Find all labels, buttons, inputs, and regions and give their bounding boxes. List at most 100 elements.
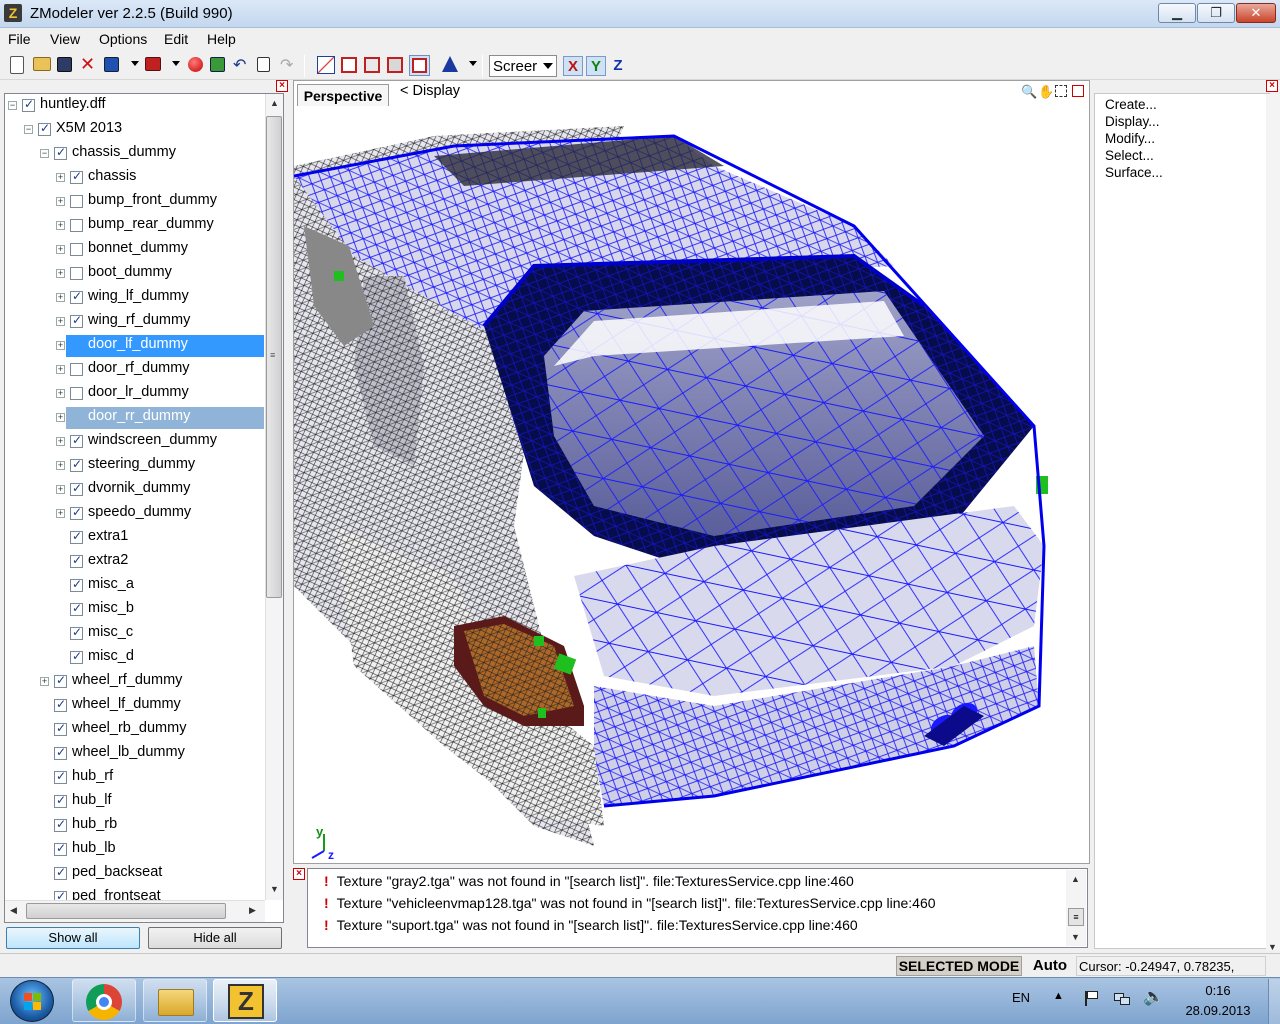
tree-item[interactable]: + door_lr_dummy: [4, 383, 266, 405]
command-select[interactable]: Select...: [1105, 148, 1154, 163]
tree-item[interactable]: hub_lb: [4, 839, 266, 861]
close-log-icon[interactable]: ×: [293, 868, 305, 880]
undo-icon[interactable]: ↶: [233, 55, 246, 75]
visibility-checkbox[interactable]: [70, 289, 83, 304]
save-icon[interactable]: [57, 57, 72, 72]
delete-icon[interactable]: ✕: [80, 54, 95, 75]
show-desktop-button[interactable]: [1268, 979, 1280, 1024]
fill-dropdown-icon[interactable]: [469, 61, 477, 66]
expand-icon[interactable]: +: [40, 677, 49, 686]
visibility-checkbox[interactable]: [70, 313, 83, 328]
expand-icon[interactable]: +: [56, 365, 65, 374]
visibility-checkbox[interactable]: [70, 363, 83, 376]
tree-item[interactable]: + wing_rf_dummy: [4, 311, 266, 333]
scroll-left-icon[interactable]: ◀: [10, 905, 17, 916]
axis-z-toggle[interactable]: Z: [608, 56, 628, 76]
visibility-checkbox[interactable]: [70, 529, 83, 544]
select-object-icon[interactable]: [387, 57, 403, 73]
expand-icon[interactable]: +: [56, 221, 65, 230]
select-vertex-icon[interactable]: [317, 56, 335, 74]
close-panel-icon[interactable]: ×: [276, 80, 288, 92]
scroll-down-icon[interactable]: ▼: [1268, 942, 1277, 952]
scroll-down-icon[interactable]: ▼: [1071, 932, 1080, 942]
visibility-checkbox[interactable]: [70, 219, 83, 232]
tree-item[interactable]: + door_rf_dummy: [4, 359, 266, 381]
scroll-up-icon[interactable]: ▲: [1071, 874, 1080, 884]
tree-item[interactable]: + bonnet_dummy: [4, 239, 266, 261]
visibility-checkbox[interactable]: [54, 769, 67, 784]
visibility-checkbox[interactable]: [38, 121, 51, 136]
command-surface[interactable]: Surface...: [1105, 165, 1163, 180]
3d-viewport[interactable]: y z: [294, 106, 1089, 863]
tree-item[interactable]: misc_a: [4, 575, 266, 597]
maximize-viewport-icon[interactable]: [1055, 85, 1067, 97]
redo-icon[interactable]: ↷: [280, 55, 293, 75]
volume-icon[interactable]: 🔈: [1143, 987, 1164, 1007]
tree-item[interactable]: hub_rb: [4, 815, 266, 837]
tree-item[interactable]: wheel_rb_dummy: [4, 719, 266, 741]
tree-item[interactable]: + bump_rear_dummy: [4, 215, 266, 237]
new-file-icon[interactable]: [10, 56, 24, 74]
menu-help[interactable]: Help: [207, 31, 236, 47]
clock-date[interactable]: 28.09.2013: [1180, 1003, 1256, 1018]
command-display[interactable]: Display...: [1105, 114, 1160, 129]
render-icon[interactable]: [210, 57, 225, 72]
visibility-checkbox[interactable]: [54, 145, 67, 160]
visibility-checkbox[interactable]: [70, 649, 83, 664]
selection-mode-indicator[interactable]: SELECTED MODE: [896, 956, 1022, 976]
export-dropdown-icon[interactable]: [172, 61, 180, 66]
tree-item[interactable]: misc_c: [4, 623, 266, 645]
tree-item[interactable]: misc_b: [4, 599, 266, 621]
expand-icon[interactable]: +: [56, 245, 65, 254]
visibility-checkbox[interactable]: [70, 243, 83, 256]
command-scrollbar[interactable]: [1266, 94, 1280, 950]
visibility-checkbox[interactable]: [54, 673, 67, 688]
collapse-icon[interactable]: −: [24, 125, 33, 134]
taskbar-zmodeler[interactable]: Z: [213, 979, 277, 1022]
expand-icon[interactable]: +: [56, 485, 65, 494]
import-icon[interactable]: [104, 57, 119, 72]
tree-item[interactable]: + boot_dummy: [4, 263, 266, 285]
network-icon[interactable]: [1114, 990, 1130, 1006]
tree-item[interactable]: hub_rf: [4, 767, 266, 789]
tree-item[interactable]: − X5M 2013: [4, 119, 266, 141]
visibility-checkbox[interactable]: [54, 889, 67, 900]
tree-item[interactable]: ped_backseat: [4, 863, 266, 885]
visibility-checkbox[interactable]: [70, 457, 83, 472]
visibility-checkbox[interactable]: [70, 577, 83, 592]
log-scroll-thumb[interactable]: ≡: [1068, 908, 1084, 926]
tree-item[interactable]: + speedo_dummy: [4, 503, 266, 525]
open-folder-icon[interactable]: [33, 57, 51, 71]
start-button[interactable]: [10, 980, 54, 1022]
axis-x-toggle[interactable]: X: [563, 56, 583, 76]
visibility-checkbox[interactable]: [54, 697, 67, 712]
tab-perspective[interactable]: Perspective: [297, 84, 389, 106]
visibility-checkbox[interactable]: [54, 793, 67, 808]
minimize-button[interactable]: ▁: [1158, 3, 1196, 23]
tree-item[interactable]: + wheel_rf_dummy: [4, 671, 266, 693]
pan-hand-icon[interactable]: ✋: [1038, 84, 1054, 100]
expand-icon[interactable]: +: [56, 509, 65, 518]
visibility-checkbox[interactable]: [70, 481, 83, 496]
tree-item[interactable]: + bump_front_dummy: [4, 191, 266, 213]
expand-icon[interactable]: +: [56, 197, 65, 206]
scroll-right-icon[interactable]: ▶: [249, 905, 256, 916]
menu-options[interactable]: Options: [99, 31, 147, 47]
tree-item[interactable]: + steering_dummy: [4, 455, 266, 477]
visibility-checkbox[interactable]: [54, 865, 67, 880]
visibility-checkbox[interactable]: [70, 195, 83, 208]
visibility-checkbox[interactable]: [70, 601, 83, 616]
menu-view[interactable]: View: [50, 31, 80, 47]
visibility-checkbox[interactable]: [70, 387, 83, 400]
scroll-up-icon[interactable]: ▲: [270, 98, 279, 108]
record-icon[interactable]: [188, 57, 203, 72]
tree-item[interactable]: hub_lf: [4, 791, 266, 813]
expand-icon[interactable]: +: [56, 461, 65, 470]
menu-edit[interactable]: Edit: [164, 31, 188, 47]
tree-item[interactable]: extra2: [4, 551, 266, 573]
expand-icon[interactable]: +: [56, 437, 65, 446]
select-all-mode-button[interactable]: [409, 55, 430, 76]
tree-item[interactable]: + dvornik_dummy: [4, 479, 266, 501]
expand-icon[interactable]: +: [56, 389, 65, 398]
properties-icon[interactable]: [257, 57, 270, 72]
